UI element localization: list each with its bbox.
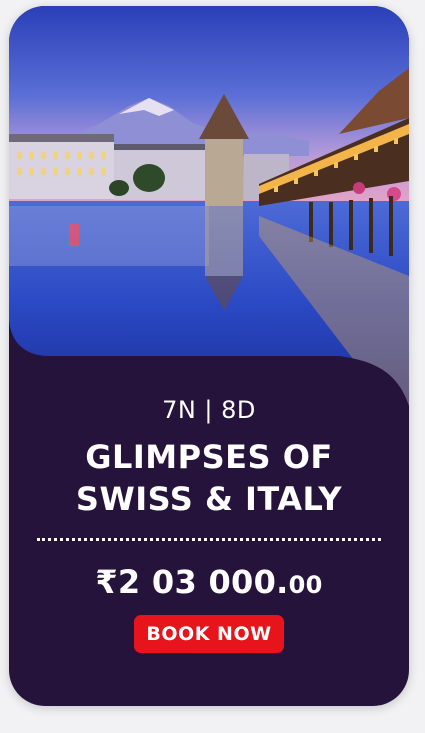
book-now-button[interactable]: BOOK NOW [134, 615, 284, 653]
package-title: GLIMPSES OF SWISS & ITALY [9, 436, 409, 520]
package-card[interactable]: 7N | 8D GLIMPSES OF SWISS & ITALY ₹2 03 … [9, 6, 409, 706]
package-price: ₹2 03 000.00 [9, 563, 409, 601]
price-paise: 00 [288, 571, 323, 599]
package-info: 7N | 8D GLIMPSES OF SWISS & ITALY ₹2 03 … [9, 386, 409, 653]
destination-photo [9, 6, 409, 406]
dotted-divider [37, 538, 381, 541]
price-main: ₹2 03 000. [95, 563, 289, 601]
package-title-line-1: GLIMPSES OF [85, 438, 333, 476]
package-title-line-2: SWISS & ITALY [75, 480, 343, 518]
trip-duration: 7N | 8D [162, 396, 256, 424]
